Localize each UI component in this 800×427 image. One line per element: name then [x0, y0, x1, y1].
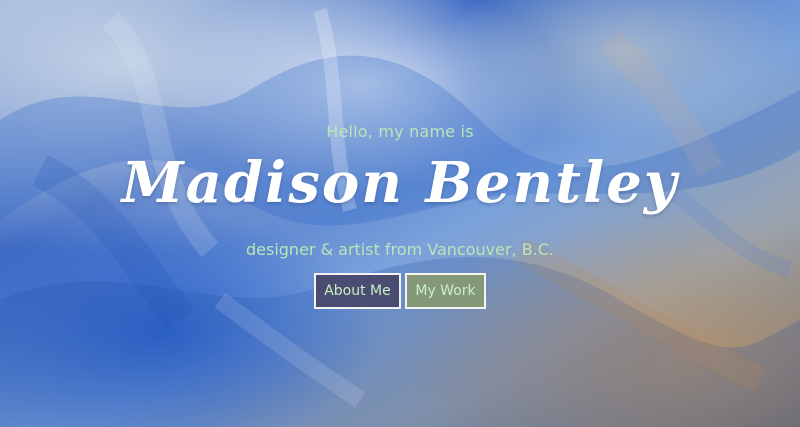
tagline-text: designer & artist from Vancouver, B.C. — [245, 240, 555, 259]
hero-buttons: About Me My Work — [0, 273, 800, 309]
intro-text: Hello, my name is — [326, 122, 474, 141]
hero-section: Hello, my name is Madison Bentley design… — [0, 0, 800, 427]
about-me-button[interactable]: About Me — [314, 273, 401, 309]
my-work-button[interactable]: My Work — [405, 273, 486, 309]
hero-name: Madison Bentley — [121, 150, 679, 216]
hero-content: Hello, my name is Madison Bentley design… — [0, 0, 800, 427]
